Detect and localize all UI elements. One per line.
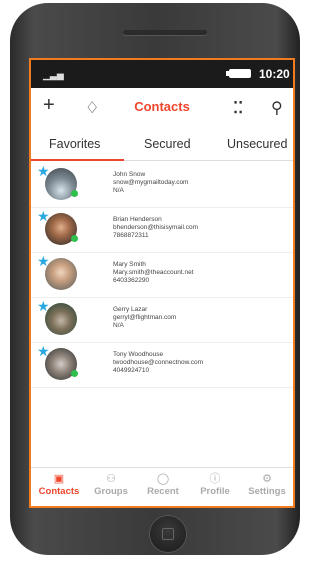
contact-phone: N/A	[113, 187, 124, 194]
favorite-star-icon[interactable]: ★	[37, 344, 50, 358]
home-button[interactable]	[150, 516, 186, 552]
avatar	[45, 258, 77, 290]
nav-settings[interactable]: ⚙ Settings	[241, 468, 293, 497]
contact-name: John Snow	[113, 171, 146, 178]
contact-email: snow@mygmailtoday.com	[113, 179, 189, 186]
profile-icon: ⓘ	[209, 473, 221, 485]
settings-icon: ⚙	[262, 473, 272, 485]
nav-contacts[interactable]: ▣ Contacts	[33, 468, 85, 497]
contact-phone: 7868872311	[113, 232, 149, 239]
nav-profile[interactable]: ⓘ Profile	[189, 468, 241, 497]
nav-label: Profile	[200, 486, 230, 497]
contact-phone: 6403362290	[113, 277, 150, 284]
contact-row[interactable]: ★ John Snow snow@mygmailtoday.com N/A	[31, 162, 293, 208]
nav-label: Recent	[147, 486, 179, 497]
bottom-nav: ▣ Contacts ⚇ Groups ◯ Recent ⓘ Profile ⚙…	[31, 467, 293, 508]
groups-icon: ⚇	[106, 473, 116, 485]
contact-email: twoodhouse@connectnow.com	[113, 359, 204, 366]
contact-row[interactable]: ★ Tony Woodhouse twoodhouse@connectnow.c…	[31, 342, 293, 388]
active-tab-indicator	[31, 159, 124, 161]
online-status-dot	[71, 370, 78, 377]
online-status-dot	[71, 235, 78, 242]
signal-icon: ▁▃▅	[43, 70, 64, 80]
online-status-dot	[71, 190, 78, 197]
tab-unsecured[interactable]: Unsecured	[227, 137, 287, 151]
grid-icon[interactable]: ⁚⁚	[233, 98, 243, 118]
favorite-star-icon[interactable]: ★	[37, 164, 50, 178]
contact-name: Brian Henderson	[113, 216, 162, 223]
nav-label: Groups	[94, 486, 128, 497]
nav-groups[interactable]: ⚇ Groups	[85, 468, 137, 497]
contact-email: gerryl@flightman.com	[113, 314, 177, 321]
tab-secured[interactable]: Secured	[144, 137, 191, 151]
nav-recent[interactable]: ◯ Recent	[137, 468, 189, 497]
page-title: Contacts	[134, 99, 190, 114]
app-bar: + ♢ Contacts ⁚⁚ ⚲	[31, 90, 293, 124]
app-screen: ▁▃▅ 10:20 + ♢ Contacts ⁚⁚ ⚲ Favorites Se…	[29, 58, 295, 508]
contact-name: Gerry Lazar	[113, 306, 148, 313]
contact-phone: N/A	[113, 322, 124, 329]
favorite-star-icon[interactable]: ★	[37, 254, 50, 268]
status-bar: ▁▃▅ 10:20	[31, 60, 293, 88]
tab-bar: Favorites Secured Unsecured	[31, 130, 293, 161]
search-icon[interactable]: ⚲	[271, 98, 283, 118]
contact-row[interactable]: ★ Mary Smith Mary.smith@theaccount.net 6…	[31, 252, 293, 298]
contact-name: Tony Woodhouse	[113, 351, 164, 358]
status-time: 10:20	[259, 67, 290, 81]
home-square-icon	[162, 528, 174, 540]
speaker-grille	[123, 30, 207, 35]
contact-email: Mary.smith@theaccount.net	[113, 269, 194, 276]
contact-name: Mary Smith	[113, 261, 146, 268]
contact-email: bhenderson@thisisymail.com	[113, 224, 198, 231]
nav-label: Contacts	[38, 486, 80, 497]
avatar	[45, 303, 77, 335]
favorite-star-icon[interactable]: ★	[37, 299, 50, 313]
nav-label: Settings	[248, 486, 286, 497]
contact-row[interactable]: ★ Brian Henderson bhenderson@thisisymail…	[31, 207, 293, 253]
contacts-icon: ▣	[53, 473, 65, 485]
favorite-star-icon[interactable]: ★	[37, 209, 50, 223]
battery-icon	[226, 69, 251, 78]
contact-phone: 4049924710	[113, 367, 150, 374]
contact-row[interactable]: ★ Gerry Lazar gerryl@flightman.com N/A	[31, 297, 293, 343]
recent-icon: ◯	[156, 473, 170, 485]
tab-favorites[interactable]: Favorites	[49, 137, 100, 151]
